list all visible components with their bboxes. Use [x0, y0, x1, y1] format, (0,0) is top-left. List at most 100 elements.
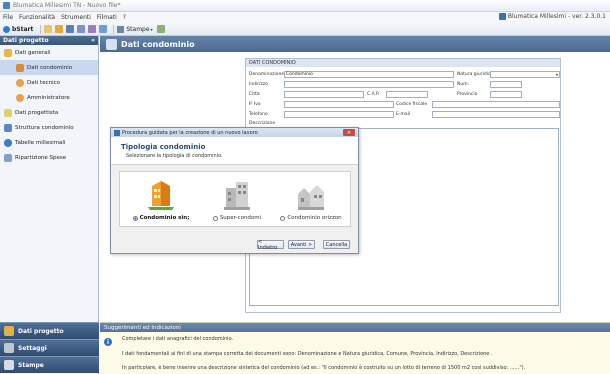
- sidebar-item-label: Dati condominio: [27, 64, 73, 71]
- sidebar-item-label: Tabelle millesimali: [15, 139, 66, 146]
- export-icon[interactable]: [156, 25, 165, 33]
- app-icon: [3, 2, 10, 9]
- dialog-buttons: < Indietro Avanti > Cancella: [253, 239, 350, 251]
- collapse-icon[interactable]: «: [91, 37, 95, 44]
- natura-select[interactable]: ▾: [490, 71, 560, 78]
- building-horizontal-icon: [298, 185, 324, 210]
- cancel-button[interactable]: Cancella: [323, 240, 350, 249]
- provincia-field[interactable]: [490, 91, 522, 98]
- sidebar-item-dati-condominio[interactable]: Dati condominio: [0, 60, 98, 75]
- option-label: Condominio sin;: [126, 215, 196, 221]
- label-codice-fiscale: Codice fiscale: [396, 102, 428, 107]
- save-as-icon[interactable]: [77, 25, 86, 33]
- menu-strumenti[interactable]: Strumenti: [61, 14, 91, 21]
- dropdown-arrow-icon: ▾: [150, 26, 153, 32]
- sidebar-header: Dati progetto «: [0, 36, 98, 45]
- piva-field[interactable]: [284, 101, 394, 108]
- telefono-field[interactable]: [284, 111, 394, 118]
- sidebar-item-label: Amministratore: [27, 94, 70, 101]
- dialog-title: Procedura guidata per la creazione di un…: [122, 129, 258, 136]
- option-text: Condominio sin;: [139, 215, 190, 221]
- sidebar-item-tabelle-millesimali[interactable]: Tabelle millesimali: [0, 135, 98, 150]
- label-num: Num.: [457, 82, 470, 87]
- sidebar: Dati progetto « Dati generali Dati condo…: [0, 36, 99, 374]
- printer-icon: [117, 25, 125, 33]
- dialog-title-bar: Procedura guidata per la creazione di un…: [111, 128, 358, 137]
- bstart-button[interactable]: bStart: [3, 25, 33, 33]
- sidebar-item-dati-generali[interactable]: Dati generali: [0, 45, 98, 60]
- person-icon: [16, 78, 24, 87]
- new-file-icon[interactable]: [44, 25, 53, 33]
- hint-line-3: In particolare, è bene inserire una desc…: [122, 365, 526, 371]
- sidebar-item-amministratore[interactable]: Amministratore: [0, 90, 98, 105]
- radio-unselected[interactable]: [280, 215, 286, 221]
- label-telefono: Telefono: [249, 112, 268, 117]
- label-email: E-mail: [396, 112, 411, 117]
- brand-icon: [498, 13, 506, 20]
- close-icon: ✕: [346, 129, 352, 136]
- nav-label: Settaggi: [18, 344, 47, 352]
- option-label: Super-condomi: [202, 215, 272, 221]
- label-cap: C.A.P.: [367, 92, 380, 97]
- menu-file[interactable]: File: [3, 14, 13, 21]
- option-super-condominio[interactable]: Super-condomi: [202, 176, 272, 226]
- nav-label: Stampe: [18, 361, 44, 369]
- label-descrizione: Descrizione: [249, 121, 276, 126]
- options-panel: Condominio sin; Super-condomi Condominio…: [119, 171, 351, 227]
- denominazione-field[interactable]: Condominio: [284, 71, 454, 78]
- codice-fiscale-field[interactable]: [432, 101, 560, 108]
- nav-stampe[interactable]: Stampe: [0, 356, 99, 373]
- nav-settaggi[interactable]: Settaggi: [0, 339, 99, 356]
- pencil-icon: [4, 108, 12, 117]
- sidebar-item-dati-tecnico[interactable]: Dati tecnico: [0, 75, 98, 90]
- hint-line-2: I dati fondamentali ai fini di una stamp…: [122, 351, 493, 357]
- num-field[interactable]: [490, 81, 522, 88]
- sidebar-item-label: Dati generali: [15, 49, 51, 56]
- radio-selected[interactable]: [132, 215, 138, 221]
- citta-field[interactable]: [284, 91, 364, 98]
- email-field[interactable]: [432, 111, 560, 118]
- settings-icon: [4, 343, 14, 353]
- sidebar-bottom-nav: Dati progetto Settaggi Stampe: [0, 322, 99, 374]
- form-section-title: DATI CONDOMINIO: [246, 59, 560, 67]
- sidebar-item-label: Dati tecnico: [27, 79, 61, 86]
- stampe-button[interactable]: Stampe ▾: [117, 25, 153, 33]
- menu-filmati[interactable]: Filmati: [97, 14, 117, 21]
- label-citta: Città: [249, 92, 260, 97]
- radio-unselected[interactable]: [212, 215, 218, 221]
- toolbar: bStart Stampe ▾: [0, 23, 610, 36]
- sidebar-item-ripartizione-spese[interactable]: Ripartizione Spese: [0, 150, 98, 165]
- window-title: Blumatica Millesimi TN - Nuovo file*: [13, 2, 121, 9]
- label-natura: Natura giuridica: [457, 72, 494, 77]
- start-icon: [3, 25, 10, 33]
- folder-icon: [4, 48, 12, 57]
- option-condominio-orizzontale[interactable]: Condominio orizzon: [276, 176, 346, 226]
- chevron-down-icon: ▾: [555, 72, 558, 77]
- person-icon: [16, 93, 24, 102]
- cap-field[interactable]: [386, 91, 428, 98]
- building-single-icon: [148, 181, 174, 210]
- menu-funzionalita[interactable]: Funzionalità: [19, 14, 55, 21]
- sidebar-item-struttura-condominio[interactable]: Struttura condominio: [0, 120, 98, 135]
- coins-icon: [4, 153, 12, 162]
- info-icon[interactable]: [99, 25, 108, 33]
- option-condominio-singolo[interactable]: Condominio sin;: [126, 176, 196, 226]
- sidebar-item-label: Dati progettista: [15, 109, 59, 116]
- sidebar-title: Dati progetto: [3, 37, 49, 44]
- dialog-subheading: Selezionare la tipologia di condominio.: [126, 153, 223, 159]
- menu-help[interactable]: ?: [123, 14, 126, 21]
- open-folder-icon[interactable]: [55, 25, 64, 33]
- hints-header: Suggerimenti ed Indicazioni: [100, 323, 610, 332]
- building-icon: [4, 326, 14, 336]
- next-button[interactable]: Avanti >: [288, 240, 315, 249]
- page-title: Dati condominio: [121, 39, 195, 49]
- label-piva: P. Iva: [249, 102, 261, 107]
- sidebar-item-dati-progettista[interactable]: Dati progettista: [0, 105, 98, 120]
- version-text: Blumatica Millesimi - ver. 2.3.0.1: [507, 13, 606, 20]
- settings-icon[interactable]: [88, 25, 97, 33]
- indirizzo-field[interactable]: [284, 81, 454, 88]
- save-icon[interactable]: [66, 25, 75, 33]
- nav-dati-progetto[interactable]: Dati progetto: [0, 322, 99, 339]
- back-button[interactable]: < Indietro: [257, 239, 284, 251]
- close-button[interactable]: ✕: [343, 129, 355, 136]
